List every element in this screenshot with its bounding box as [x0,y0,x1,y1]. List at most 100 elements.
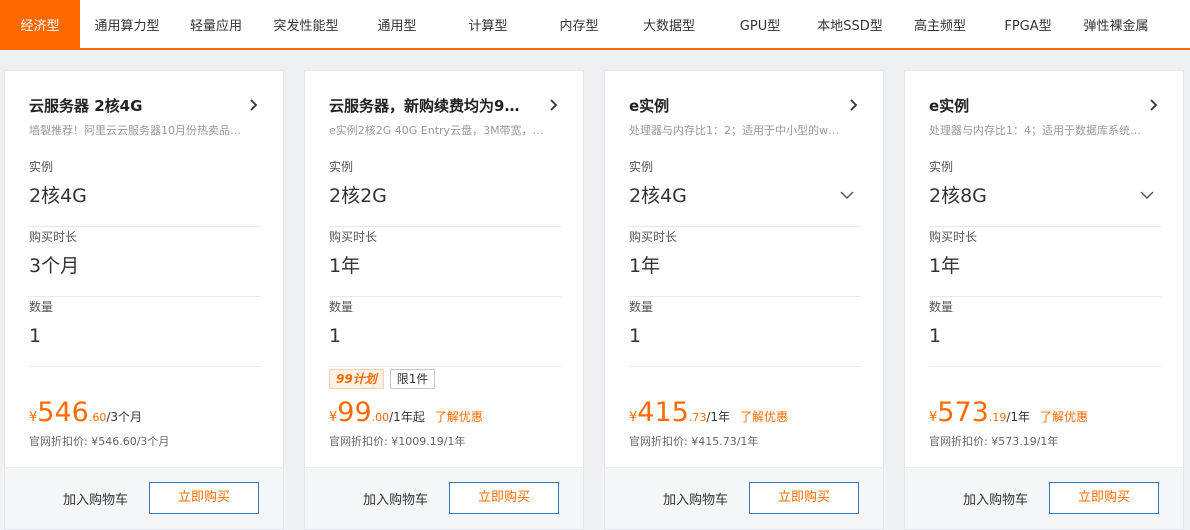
card-header[interactable]: 云服务器 2核4G 墙裂推荐！阿里云云服务器10月份热卖品… [29,95,261,139]
discount-info-link[interactable]: 了解优惠 [1040,408,1088,425]
tab-label: 突发性能型 [273,18,339,34]
limit-badge: 限1件 [389,369,436,389]
tab-local-ssd[interactable]: 本地SSD型 [804,0,896,48]
price: ¥ 573 .19 /1年 了解优惠 [929,397,1088,429]
tab-label: 高主频型 [913,18,966,34]
quantity-value: 1 [29,325,42,347]
price-unit: /1年 [706,410,731,424]
price: ¥ 415 .73 /1年 了解优惠 [629,397,788,429]
chevron-down-icon[interactable] [839,187,855,203]
quantity-field: 数量 1 [629,299,861,367]
official-price: 官网折扣价: ¥573.19/1年 [929,435,1059,448]
product-card: e实例 处理器与内存比1：2；适用于中小型的w… 实例 2核4G 购买时长 1年… [604,70,884,530]
add-to-cart-link[interactable]: 加入购物车 [363,489,428,508]
tab-burstable[interactable]: 突发性能型 [258,0,354,48]
promo-badges: 99计划 限1件 [329,369,436,389]
quantity-field: 数量 1 [329,299,561,367]
tab-label: 内存型 [559,18,599,34]
card-footer: 加入购物车 立即购买 [305,467,583,529]
field-label: 购买时长 [929,230,978,244]
price-decimal: .00 [371,411,390,424]
official-price: 官网折扣价: ¥546.60/3个月 [29,435,170,448]
card-description: 墙裂推荐！阿里云云服务器10月份热卖品… [29,124,241,137]
currency-symbol: ¥ [929,410,938,425]
tab-label: 通用型 [377,18,417,34]
price-integer: 546 [37,397,89,428]
quantity-field: 数量 1 [929,299,1161,367]
price-integer: 573 [937,397,989,428]
tab-label: GPU型 [739,18,781,34]
tab-general-compute[interactable]: 通用算力型 [80,0,174,48]
card-title: e实例 [629,97,670,115]
duration-value: 3个月 [29,255,80,277]
discount-info-link[interactable]: 了解优惠 [740,408,788,425]
product-cards: 云服务器 2核4G 墙裂推荐！阿里云云服务器10月份热卖品… 实例 2核4G 购… [0,70,1190,530]
instance-select[interactable]: 实例 2核4G [629,159,861,227]
price-unit: /1年 [1006,410,1031,424]
instance-value: 2核4G [29,185,87,207]
product-category-tabs: 经济型 通用算力型 轻量应用 突发性能型 通用型 计算型 内存型 大数据型 GP… [0,0,1190,50]
duration-field: 购买时长 3个月 [29,229,261,297]
tab-memory[interactable]: 内存型 [536,0,622,48]
buy-now-button[interactable]: 立即购买 [749,482,859,514]
field-label: 数量 [929,300,954,314]
tab-big-data[interactable]: 大数据型 [622,0,716,48]
add-to-cart-link[interactable]: 加入购物车 [663,489,728,508]
instance-field: 实例 2核2G [329,159,561,227]
duration-field: 购买时长 1年 [929,229,1161,297]
tab-bare-metal[interactable]: 弹性裸金属 [1072,0,1160,48]
chevron-right-icon[interactable] [247,98,261,112]
price-decimal: .19 [988,411,1007,424]
tab-general[interactable]: 通用型 [354,0,440,48]
field-label: 实例 [629,160,654,174]
instance-value: 2核4G [629,185,687,207]
product-card: e实例 处理器与内存比1：4；适用于数据库系统… 实例 2核8G 购买时长 1年… [904,70,1184,530]
chevron-down-icon[interactable] [1139,187,1155,203]
chevron-right-icon[interactable] [547,98,561,112]
price: ¥ 99 .00 /1年起 了解优惠 [329,397,483,429]
field-label: 数量 [29,300,54,314]
tab-fpga[interactable]: FPGA型 [984,0,1072,48]
tab-lightweight[interactable]: 轻量应用 [174,0,258,48]
buy-now-button[interactable]: 立即购买 [149,482,259,514]
duration-value: 1年 [329,255,361,277]
instance-value: 2核2G [329,185,387,207]
field-label: 购买时长 [29,230,78,244]
instance-select[interactable]: 实例 2核8G [929,159,1161,227]
tab-label: 大数据型 [642,18,695,34]
buy-now-button[interactable]: 立即购买 [1049,482,1159,514]
card-footer: 加入购物车 立即购买 [605,467,883,529]
tab-label: 经济型 [20,18,60,34]
field-label: 实例 [29,160,54,174]
plan-badge: 99计划 [329,369,384,389]
card-header[interactable]: 云服务器，新购续费均为9… e实例2核2G 40G Entry云盘，3M带宽，… [329,95,561,139]
field-label: 实例 [929,160,954,174]
add-to-cart-link[interactable]: 加入购物车 [63,489,128,508]
tab-label: 弹性裸金属 [1083,18,1149,34]
tab-compute[interactable]: 计算型 [440,0,536,48]
product-card: 云服务器 2核4G 墙裂推荐！阿里云云服务器10月份热卖品… 实例 2核4G 购… [4,70,284,530]
field-label: 购买时长 [629,230,678,244]
tab-high-frequency[interactable]: 高主频型 [896,0,984,48]
tab-label: 通用算力型 [94,18,160,34]
price-integer: 415 [637,397,689,428]
chevron-right-icon[interactable] [847,98,861,112]
quantity-field: 数量 1 [29,299,261,367]
card-header[interactable]: e实例 处理器与内存比1：4；适用于数据库系统… [929,95,1161,139]
price: ¥ 546 .60 /3个月 [29,397,142,429]
official-price: 官网折扣价: ¥1009.19/1年 [329,435,466,448]
currency-symbol: ¥ [329,410,338,425]
chevron-right-icon[interactable] [1147,98,1161,112]
card-description: e实例2核2G 40G Entry云盘，3M带宽，… [329,124,544,137]
field-label: 购买时长 [329,230,378,244]
instance-field: 实例 2核4G [29,159,261,227]
card-header[interactable]: e实例 处理器与内存比1：2；适用于中小型的w… [629,95,861,139]
add-to-cart-link[interactable]: 加入购物车 [963,489,1028,508]
tab-label: 计算型 [468,18,508,34]
discount-info-link[interactable]: 了解优惠 [435,408,483,425]
quantity-value: 1 [629,325,642,347]
tab-economy[interactable]: 经济型 [0,0,80,48]
tab-gpu[interactable]: GPU型 [716,0,804,48]
buy-now-button[interactable]: 立即购买 [449,482,559,514]
field-label: 数量 [329,300,354,314]
